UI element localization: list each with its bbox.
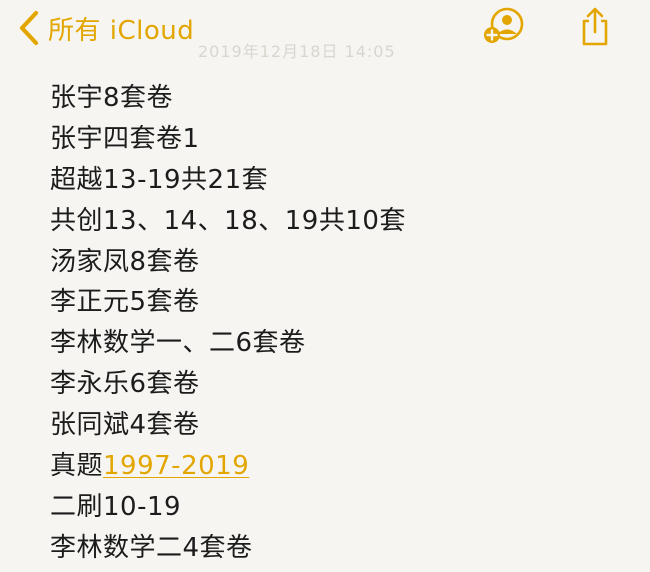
note-line: 超越13-19共21套 [50, 164, 269, 195]
back-button[interactable]: 所有 iCloud [18, 8, 194, 48]
note-line: 二刷10-19 [50, 491, 182, 522]
faded-date: 2019年12月18日 14:05 [198, 42, 396, 61]
note-line: 张宇四套卷1 [50, 123, 200, 154]
note-line: 张宇8套卷 [50, 83, 174, 113]
date-range-link[interactable]: 1997-2019 [103, 451, 249, 481]
note-line: 李永乐6套卷 [50, 369, 200, 400]
note-line-text: 真题 [50, 451, 104, 482]
note-line-with-link: 真题1997-2019 [50, 446, 406, 487]
chevron-left-icon [18, 10, 40, 46]
note-line: 李林数学二4套卷 [50, 532, 253, 563]
navigation-bar: 所有 iCloud 2019年12月18日 14:05 [0, 0, 650, 62]
back-label: 所有 iCloud [48, 15, 195, 46]
share-icon [578, 6, 612, 52]
collaborate-button[interactable] [482, 6, 528, 52]
note-line: 共创13、14、18、19共10套 [50, 205, 406, 236]
add-person-icon [482, 7, 528, 51]
note-line: 李林数学一、二6套卷 [50, 328, 306, 359]
note-line: 李正元5套卷 [50, 287, 200, 318]
note-line: 张同斌4套卷 [50, 410, 200, 441]
share-button[interactable] [572, 6, 618, 52]
note-body[interactable]: 张宇8套卷 张宇四套卷1 超越13-19共21套 共创13、14、18、19共1… [50, 78, 406, 569]
note-line: 汤家凤8套卷 [50, 246, 200, 277]
